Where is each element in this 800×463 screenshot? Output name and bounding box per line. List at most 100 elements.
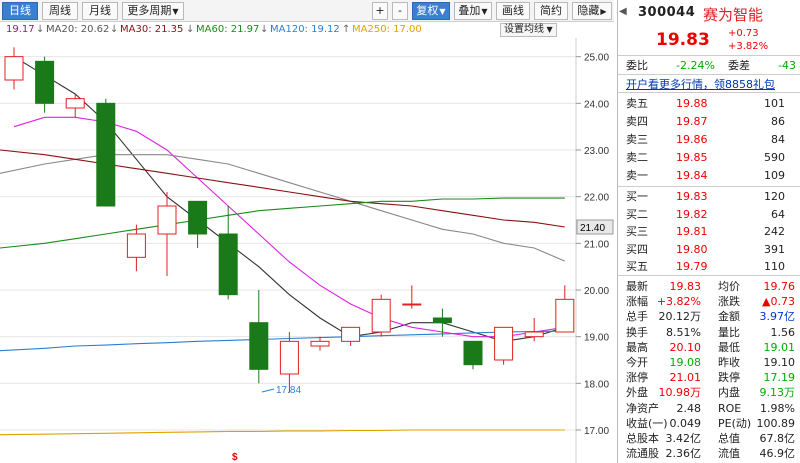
ma20-label: MA20: 20.62 (46, 24, 110, 35)
chart-background (0, 38, 614, 463)
stock-name: 赛为智能 (703, 6, 764, 24)
order-row[interactable]: 买一 19.83 120 (618, 189, 800, 204)
order-volume: 110 (764, 260, 785, 273)
tab-monthly[interactable]: 月线 (82, 2, 118, 20)
order-volume: 109 (764, 169, 785, 182)
arrow-up-icon: ↑ (342, 24, 351, 35)
ma-settings-button[interactable]: 设置均线 ▼ (500, 23, 557, 37)
order-volume: 64 (771, 207, 785, 221)
stat-value: 19.01 (763, 340, 796, 354)
ma-legend: 19.17 ↓ MA20: 20.62 ↓ MA30: 21.35 ↓ MA60… (0, 22, 614, 38)
candle (463, 340, 483, 370)
order-label: 买四 (626, 242, 648, 256)
stat-label: 涨跌 (718, 295, 740, 309)
order-price: 19.87 (676, 115, 708, 128)
ma120-label: MA120: 19.12 (270, 24, 340, 35)
candle-body (4, 56, 24, 81)
stat-label: 跌停 (718, 371, 740, 385)
triangle-down-icon: ▼ (439, 7, 446, 16)
stat-value: 100.89 (756, 416, 796, 430)
stat-value: 20.10 (669, 340, 702, 354)
stat-label: 流通股 (626, 447, 659, 461)
stats-row: 总手 20.12万 金额 3.97亿 (618, 309, 800, 324)
tab-daily[interactable]: 日线 (2, 2, 38, 20)
stats-row: 涨幅 +3.82% 涨跌 ▲0.73 (618, 294, 800, 309)
simple-button[interactable]: 简约 (534, 2, 568, 20)
stat-value: 21.01 (669, 371, 702, 385)
stat-label: 涨停 (626, 371, 648, 385)
candle-body (126, 233, 146, 258)
order-row[interactable]: 买三 19.81 242 (618, 224, 800, 239)
zoom-out-button[interactable]: - (392, 2, 408, 20)
y-tick-label: 24.00 (584, 99, 609, 110)
candle-body (555, 298, 575, 333)
weibi-label: 委比 (626, 59, 648, 72)
order-volume: 242 (764, 225, 785, 238)
stat-value: 2.48 (676, 401, 702, 415)
order-row[interactable]: 买四 19.80 391 (618, 242, 800, 257)
candle-body (432, 317, 452, 324)
stat-value: 19.83 (669, 280, 702, 293)
stock-change: +0.73 (728, 28, 759, 39)
order-label: 买二 (626, 207, 648, 221)
more-periods-label: 更多周期 (127, 4, 172, 17)
candle-body (463, 340, 483, 366)
hide-button[interactable]: 隐藏▶ (572, 2, 612, 20)
candle-body (249, 322, 269, 370)
stat-label: 总股本 (626, 432, 659, 445)
candle-body (371, 298, 391, 333)
stat-value: 9.13万 (759, 386, 796, 400)
order-price: 19.88 (676, 97, 708, 110)
stat-value: 1.98% (760, 401, 795, 415)
weibi-value: -2.24% (676, 59, 715, 72)
order-row[interactable]: 卖一 19.84 109 (618, 168, 800, 183)
kline-chart[interactable]: 25.00 24.00 23.00 22.00 21.00 20.00 19.00 18.00… (0, 38, 614, 463)
draw-line-button[interactable]: 画线 (496, 2, 530, 20)
order-row[interactable]: 卖二 19.85 590 (618, 150, 800, 165)
y-tick-label: 25.00 (584, 53, 609, 64)
candle-body (218, 233, 238, 296)
divider (618, 186, 800, 187)
stat-label: 换手 (626, 325, 648, 339)
ma60-label: MA60: 21.97 (196, 24, 260, 35)
stat-label: 最新 (626, 280, 648, 293)
tab-weekly[interactable]: 周线 (42, 2, 78, 20)
candle-body (65, 98, 85, 109)
candle-body (96, 102, 116, 207)
current-price-tag: 21.40 (576, 219, 614, 235)
order-volume: 101 (764, 97, 785, 110)
order-price: 19.80 (676, 242, 708, 256)
order-row[interactable]: 买五 19.79 110 (618, 259, 800, 274)
zoom-in-button[interactable]: + (372, 2, 388, 20)
stats-row: 外盘 10.98万 内盘 9.13万 (618, 385, 800, 400)
stat-label: PE(动) (718, 416, 752, 430)
y-tick-label: 20.00 (584, 286, 609, 297)
stat-label: 涨幅 (626, 295, 648, 309)
adjust-button[interactable]: 复权▼ (412, 2, 450, 20)
arrow-down-icon: ↓ (110, 24, 119, 35)
stat-value: 20.12万 (658, 310, 702, 324)
stat-label: 净资产 (626, 401, 659, 415)
order-row[interactable]: 卖四 19.87 86 (618, 114, 800, 129)
order-row[interactable]: 买二 19.82 64 (618, 207, 800, 222)
candle-body (524, 331, 544, 338)
stock-change-pct: +3.82% (728, 41, 769, 52)
stat-label: 外盘 (626, 386, 648, 400)
dividend-marker-icon: $ (232, 452, 238, 463)
stat-value: 1.56 (770, 325, 796, 339)
stat-label: 量比 (718, 325, 740, 339)
order-row[interactable]: 卖五 19.88 101 (618, 96, 800, 111)
candle (96, 98, 116, 207)
y-tick-label: 17.00 (584, 426, 609, 437)
promo-link[interactable]: 开户看更多行情，领8858礼包 (626, 76, 775, 92)
stat-value: ▲0.73 (762, 295, 795, 309)
quote-panel: ◀ 300044 赛为智能 19.83 +0.73 +3.82% 委比 -2.2… (617, 0, 800, 463)
stat-value: 0.049 (669, 416, 702, 430)
tab-more-periods[interactable]: 更多周期▼ (122, 2, 184, 20)
stat-label: 昨收 (718, 356, 740, 369)
stat-label: 最高 (626, 340, 648, 354)
order-row[interactable]: 卖三 19.86 84 (618, 132, 800, 147)
overlay-button[interactable]: 叠加▼ (454, 2, 492, 20)
triangle-right-icon: ▶ (600, 7, 607, 16)
order-label: 买三 (626, 225, 648, 238)
